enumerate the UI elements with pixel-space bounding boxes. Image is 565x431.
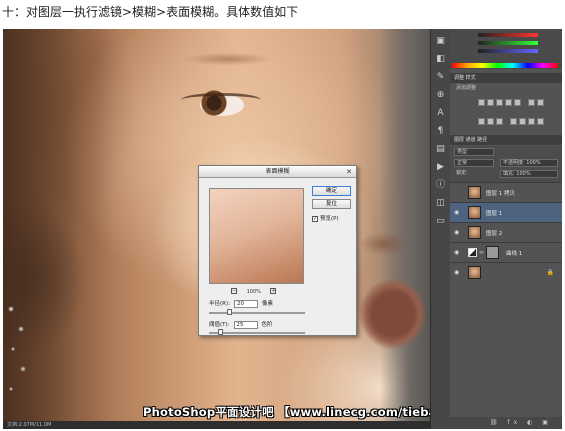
ok-button[interactable]: 确定 bbox=[312, 186, 351, 196]
layers-controls: 类型 正常 不透明度: 100% 锁定: 填充: 100% bbox=[450, 146, 562, 182]
radius-slider-handle[interactable] bbox=[227, 309, 233, 315]
blend-mode-select[interactable]: 正常 bbox=[454, 159, 494, 167]
zoom-level: 100% bbox=[246, 288, 261, 295]
black-white-icon[interactable] bbox=[478, 118, 485, 125]
photo-earring bbox=[3, 299, 33, 409]
radius-label: 半径(R): bbox=[209, 301, 230, 307]
threshold-slider-handle[interactable] bbox=[218, 329, 224, 335]
tools-strip: ▣ ◧ ✎ ⊕ A ¶ ▤ ▶ ⓘ ◫ ▭ bbox=[430, 29, 450, 429]
levels-icon[interactable] bbox=[487, 99, 494, 106]
layer-thumbnail bbox=[468, 266, 481, 279]
eye-icon[interactable]: ◉ bbox=[454, 209, 461, 216]
info-icon[interactable]: ⓘ bbox=[435, 179, 447, 191]
threshold-slider[interactable] bbox=[209, 329, 305, 335]
layer-row[interactable]: ◉ 🔒 bbox=[450, 262, 562, 282]
checkbox-icon[interactable]: ✓ bbox=[312, 215, 318, 222]
photo-lips bbox=[353, 274, 430, 354]
dialog-title: 表面模糊 bbox=[265, 168, 290, 175]
color-slider-g[interactable] bbox=[478, 41, 538, 45]
zoom-in-button[interactable]: + bbox=[270, 288, 277, 294]
layer-thumbnail bbox=[468, 186, 481, 199]
threshold-label: 阈值(T): bbox=[209, 322, 230, 328]
color-swatch-icon[interactable]: ◧ bbox=[435, 53, 447, 65]
threshold-input[interactable]: 25 bbox=[233, 320, 258, 329]
layer-row[interactable]: ◉ ∞ 曲线 1 bbox=[450, 242, 562, 262]
right-panels: 调整 样式 添加调整 图层 通道 路径 类型 正常 不透明度: 100% 锁定:… bbox=[450, 29, 562, 429]
actions-icon[interactable]: ▶ bbox=[435, 161, 447, 173]
reset-button[interactable]: 复位 bbox=[312, 199, 351, 209]
color-spectrum[interactable] bbox=[452, 63, 558, 68]
threshold-unit: 色阶 bbox=[261, 322, 273, 328]
vibrance-icon[interactable] bbox=[514, 99, 521, 106]
color-slider-r[interactable] bbox=[478, 33, 538, 37]
layer-comps-icon[interactable]: ◫ bbox=[435, 197, 447, 209]
zoom-out-button[interactable]: − bbox=[231, 288, 237, 294]
color-balance-icon[interactable] bbox=[537, 99, 545, 106]
kind-filter-select[interactable]: 类型 bbox=[454, 148, 494, 156]
preview-image[interactable] bbox=[209, 188, 304, 284]
photo-eyelash bbox=[181, 93, 261, 107]
clone-source-icon[interactable]: ⊕ bbox=[435, 89, 447, 101]
layer-name: 曲线 1 bbox=[506, 251, 523, 257]
curves-adjustment-icon bbox=[468, 248, 477, 257]
eye-icon[interactable]: ◉ bbox=[454, 229, 461, 236]
layer-thumbnail bbox=[468, 226, 481, 239]
photo-filter-icon[interactable] bbox=[487, 118, 494, 125]
lock-label: 锁定: bbox=[456, 170, 468, 176]
fill-field[interactable]: 填充: 100% bbox=[500, 170, 558, 178]
notes-icon[interactable]: ▭ bbox=[435, 215, 447, 227]
link-icon: ∞ bbox=[479, 249, 484, 256]
eye-icon[interactable]: ◉ bbox=[454, 249, 461, 256]
layer-name: 图层 1 拷贝 bbox=[486, 191, 515, 197]
threshold-icon[interactable] bbox=[528, 118, 536, 125]
photoshop-window: 文档:2.07M/11.0M PhotoShop平面设计吧 【www.linec… bbox=[3, 29, 562, 429]
tool-presets-icon[interactable]: ▤ bbox=[435, 143, 447, 155]
visibility-toggle[interactable] bbox=[454, 189, 461, 196]
brush-preset-icon[interactable]: ✎ bbox=[435, 71, 447, 83]
threshold-row: 阈值(T): 25 色阶 bbox=[209, 320, 273, 329]
history-icon[interactable]: ▣ bbox=[435, 35, 447, 47]
hue-saturation-icon[interactable] bbox=[528, 99, 536, 106]
tutorial-caption: 十：对图层一执行滤镜>模糊>表面模糊。具体数值如下 bbox=[2, 5, 299, 19]
adjustments-tabs[interactable]: 调整 样式 bbox=[450, 73, 562, 83]
radius-slider[interactable] bbox=[209, 309, 305, 315]
radius-row: 半径(R): 20 像素 bbox=[209, 299, 273, 308]
layer-name: 图层 1 bbox=[486, 211, 503, 217]
close-icon[interactable]: ✕ bbox=[346, 166, 352, 178]
exposure-icon[interactable] bbox=[505, 99, 512, 106]
layer-row[interactable]: 图层 1 拷贝 bbox=[450, 182, 562, 202]
layer-thumbnail bbox=[468, 206, 481, 219]
character-icon[interactable]: A bbox=[435, 107, 447, 119]
radius-unit: 像素 bbox=[261, 301, 273, 307]
radius-input[interactable]: 20 bbox=[233, 299, 258, 308]
color-slider-b[interactable] bbox=[478, 49, 538, 53]
dialog-title-bar[interactable]: 表面模糊 ✕ bbox=[199, 166, 356, 178]
lock-icon: 🔒 bbox=[546, 269, 554, 276]
zoom-controls: − 100% + bbox=[231, 288, 277, 295]
surface-blur-dialog: 表面模糊 ✕ − 100% + 确定 复位 ✓ 预览(P) 半径(R): 20 像素 … bbox=[198, 165, 357, 336]
layer-row[interactable]: ◉ 图层 2 bbox=[450, 222, 562, 242]
layer-row-selected[interactable]: ◉ 图层 1 bbox=[450, 202, 562, 222]
color-panel bbox=[450, 29, 562, 69]
channel-mixer-icon[interactable] bbox=[496, 118, 503, 125]
paragraph-icon[interactable]: ¶ bbox=[435, 125, 447, 137]
layers-tabs[interactable]: 图层 通道 路径 bbox=[450, 135, 562, 145]
preview-checkbox[interactable]: ✓ 预览(P) bbox=[312, 214, 339, 222]
posterize-icon[interactable] bbox=[519, 118, 527, 125]
invert-icon[interactable] bbox=[510, 118, 518, 125]
brightness-icon[interactable] bbox=[478, 99, 485, 106]
curves-icon[interactable] bbox=[496, 99, 503, 106]
eye-icon[interactable]: ◉ bbox=[454, 269, 461, 276]
layers-bottom-bar: ⛓ fx ◐ ▣ ▭ 🗑 bbox=[450, 417, 562, 429]
preview-label: 预览(P) bbox=[320, 216, 339, 222]
opacity-field[interactable]: 不透明度: 100% bbox=[500, 159, 558, 167]
adjustments-title: 添加调整 bbox=[456, 85, 477, 91]
photo-eyebrow bbox=[173, 47, 283, 67]
document-status: 文档:2.07M/11.0M bbox=[3, 421, 430, 429]
layer-name: 图层 2 bbox=[486, 231, 503, 237]
mask-thumbnail bbox=[486, 246, 499, 259]
gradient-map-icon[interactable] bbox=[537, 118, 545, 125]
